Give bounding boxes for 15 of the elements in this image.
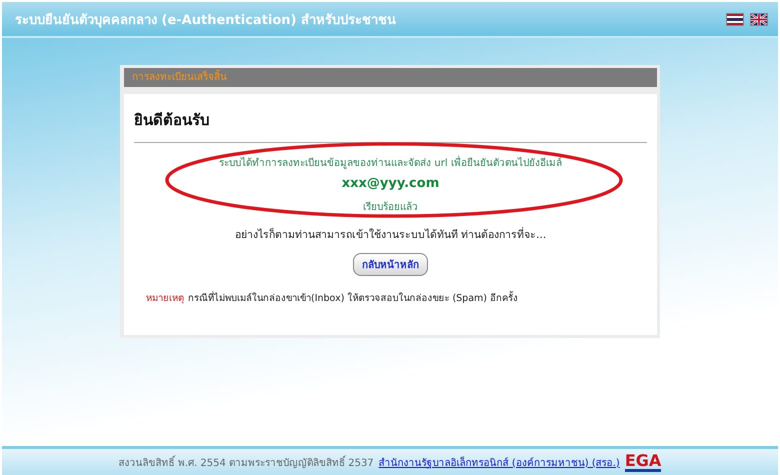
home-button[interactable]: กลับหน้าหลัก xyxy=(353,253,428,276)
note-label: หมายเหตุ xyxy=(146,293,184,304)
confirmation-message: ระบบได้ทำการลงทะเบียนข้อมูลของท่านและจัดส่ง url เพื่อยืนยันตัวตนไปยังอีเมล์ xyxy=(219,155,562,170)
agency-link[interactable]: สำนักงานรัฐบาลอิเล็กทรอนิกส์ (องค์การมหาชน) (สรอ.) xyxy=(378,454,620,470)
prompt-text: อย่างไรก็ตามท่านสามารถเข้าใช้งานระบบได้ทันที ท่านต้องการที่จะ... xyxy=(234,226,548,243)
thai-flag-icon[interactable] xyxy=(726,12,744,26)
copyright-text: สงวนลิขสิทธิ์ พ.ศ. 2554 ตามพระราชบัญญัติลิขสิทธิ์ 2537 xyxy=(118,454,374,470)
site-title: ระบบยืนยันตัวบุคคลกลาง (e-Authentication) สำหรับประชาชน xyxy=(15,12,396,30)
status-text: เรียบร้อยแล้ว xyxy=(363,200,418,214)
note-text: กรณีที่ไม่พบเมล์ในกล่องขาเข้า(Inbox) ให้ตรวจสอบในกล่องขยะ (Spam) อีกครั้ง xyxy=(188,293,518,304)
email-address: xxx@yyy.com xyxy=(342,176,440,191)
uk-flag-icon[interactable] xyxy=(750,12,768,26)
ega-logo: EGA xyxy=(624,452,662,472)
panel-title-bar: การลงทะเบียนเสร็จสิ้น xyxy=(124,68,657,87)
welcome-heading: ยินดีต้อนรับ xyxy=(134,110,211,131)
